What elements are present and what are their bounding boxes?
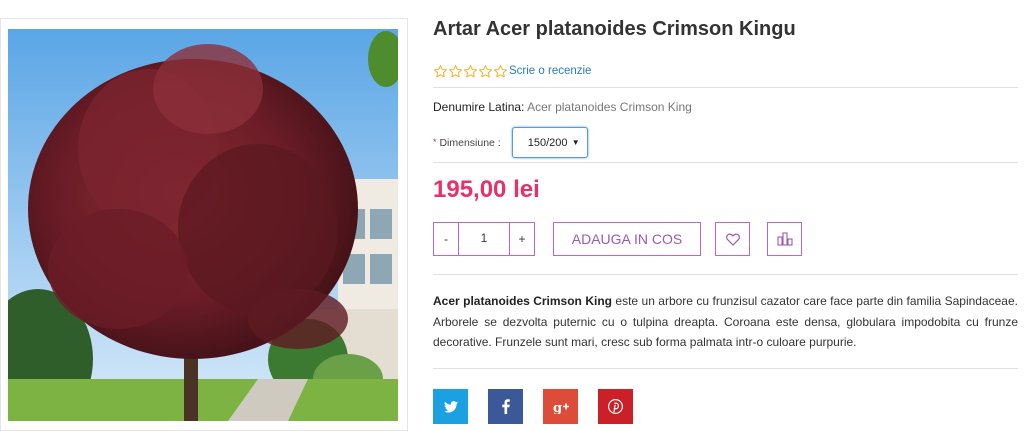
rating-row: Scrie o recenzie bbox=[433, 63, 591, 79]
product-photo[interactable] bbox=[8, 29, 398, 421]
chevron-down-icon: ▼ bbox=[571, 138, 580, 147]
pinterest-icon bbox=[608, 399, 623, 414]
dimension-option: * Dimensiune : 150/200 ▼ bbox=[433, 127, 588, 158]
divider bbox=[433, 87, 1018, 88]
product-title: Artar Acer platanoides Crimson Kingu bbox=[433, 18, 796, 40]
add-to-cart-button[interactable]: ADAUGA IN COS bbox=[553, 222, 701, 256]
divider bbox=[433, 162, 1018, 163]
wishlist-button[interactable] bbox=[715, 222, 750, 256]
twitter-share-button[interactable] bbox=[433, 389, 468, 424]
latin-name-label: Denumire Latina: bbox=[433, 100, 525, 114]
facebook-icon bbox=[501, 399, 510, 414]
star-icon[interactable] bbox=[478, 64, 493, 79]
compare-button[interactable] bbox=[767, 222, 802, 256]
rating-stars[interactable] bbox=[433, 64, 508, 79]
divider bbox=[433, 274, 1018, 275]
divider bbox=[433, 368, 1018, 369]
compare-icon bbox=[776, 232, 793, 246]
svg-text:g: g bbox=[553, 401, 562, 414]
quantity-increase-button[interactable]: + bbox=[509, 222, 535, 256]
quantity-decrease-button[interactable]: - bbox=[433, 222, 459, 256]
google-plus-icon: g bbox=[553, 401, 569, 414]
star-icon[interactable] bbox=[493, 64, 508, 79]
required-marker: * bbox=[433, 136, 437, 147]
dimension-label: * Dimensiune : bbox=[433, 137, 501, 149]
write-review-link[interactable]: Scrie o recenzie bbox=[509, 65, 591, 77]
star-icon[interactable] bbox=[448, 64, 463, 79]
social-share: g bbox=[433, 389, 653, 424]
star-icon[interactable] bbox=[433, 64, 448, 79]
star-icon[interactable] bbox=[463, 64, 478, 79]
dimension-selected-value: 150/200 bbox=[527, 136, 568, 149]
pinterest-share-button[interactable] bbox=[598, 389, 633, 424]
latin-name-value: Acer platanoides Crimson King bbox=[527, 100, 692, 114]
product-price: 195,00 lei bbox=[433, 176, 540, 203]
quantity-input[interactable]: 1 bbox=[459, 222, 509, 256]
product-image-frame bbox=[0, 18, 408, 431]
product-info: Artar Acer platanoides Crimson Kingu Scr… bbox=[433, 0, 1024, 431]
dimension-select[interactable]: 150/200 ▼ bbox=[511, 127, 588, 158]
product-description: Acer platanoides Crimson King este un ar… bbox=[433, 291, 1018, 353]
twitter-icon bbox=[443, 400, 458, 413]
description-product-name: Acer platanoides Crimson King bbox=[433, 294, 612, 308]
heart-icon bbox=[725, 233, 740, 246]
quantity-stepper: - 1 + bbox=[433, 222, 535, 256]
dimension-label-text: Dimensiune : bbox=[439, 136, 501, 149]
facebook-share-button[interactable] bbox=[488, 389, 523, 424]
latin-name: Denumire Latina: Acer platanoides Crimso… bbox=[433, 100, 692, 114]
google-plus-share-button[interactable]: g bbox=[543, 389, 578, 424]
